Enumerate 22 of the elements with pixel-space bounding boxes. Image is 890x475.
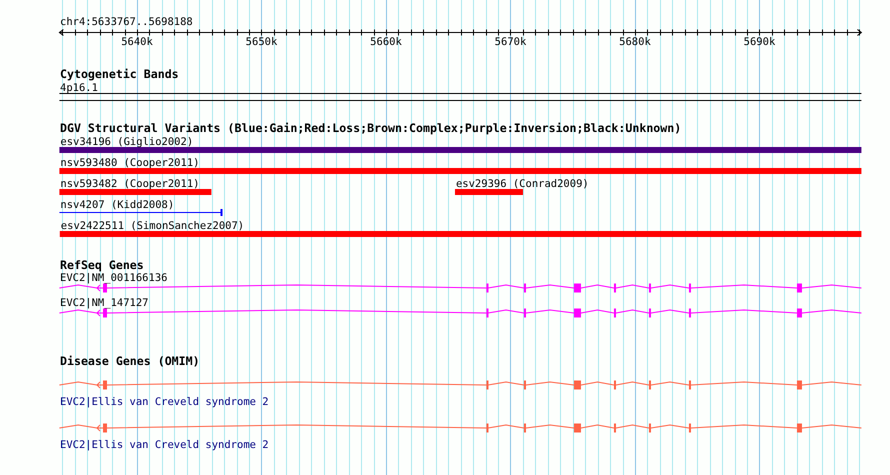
- tick-label: 5660k: [370, 36, 402, 48]
- tick-label: 5640k: [121, 36, 153, 48]
- gene-label: EVC2|Ellis van Creveld syndrome 2: [60, 396, 269, 408]
- track-title: Cytogenetic Bands: [60, 67, 179, 81]
- band-label: 4p16.1: [60, 82, 98, 94]
- tick-label: 5690k: [744, 36, 776, 48]
- gene-label: EVC2|NM_147127: [60, 297, 149, 309]
- gene-label: EVC2|NM_001166136: [60, 272, 168, 284]
- region-label: chr4:5633767..5698188: [60, 16, 193, 28]
- track-title: Disease Genes (OMIM): [60, 354, 200, 368]
- variant-label: esv29396 (Conrad2009): [456, 178, 589, 190]
- gene-label: EVC2|Ellis van Creveld syndrome 2: [60, 439, 269, 451]
- variant-label: esv34196 (Giglio2002): [60, 136, 194, 148]
- track-title: DGV Structural Variants (Blue:Gain;Red:Loss;Brown:Complex;Purple:Inversion;Black:Unknown): [60, 121, 682, 135]
- tick-label: 5670k: [494, 36, 526, 48]
- tick-label: 5680k: [619, 36, 651, 48]
- variant-label: esv2422511 (SimonSanchez2007): [60, 220, 244, 232]
- variant-label: nsv593482 (Cooper2011): [60, 178, 200, 190]
- variant-label: nsv593480 (Cooper2011): [60, 157, 200, 169]
- track-title: RefSeq Genes: [60, 258, 144, 272]
- variant-label: nsv4207 (Kidd2008): [60, 199, 174, 211]
- tick-label: 5650k: [246, 36, 278, 48]
